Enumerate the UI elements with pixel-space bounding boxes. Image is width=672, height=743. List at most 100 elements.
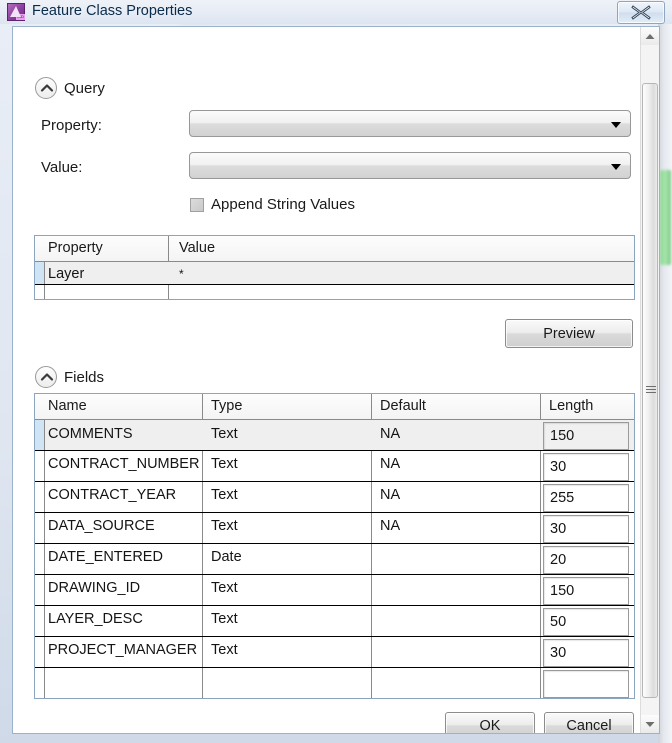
grip-lines-icon	[646, 386, 656, 395]
property-combobox[interactable]	[189, 110, 631, 137]
fields-grid-cell-length[interactable]: 150	[543, 577, 629, 605]
fields-grid-row-selector[interactable]	[35, 544, 45, 574]
fields-grid-cell-default[interactable]: NA	[380, 518, 400, 534]
fields-grid-cell-name[interactable]: DATE_ENTERED	[48, 549, 163, 565]
fields-grid-cell-default[interactable]: NA	[380, 487, 400, 503]
fields-grid-cell-type[interactable]: Text	[211, 642, 238, 658]
query-grid[interactable]: Property Value Layer *	[34, 235, 635, 300]
query-grid-header: Property Value	[35, 236, 634, 262]
close-button[interactable]	[617, 1, 665, 24]
query-grid-col-value: Value	[179, 240, 216, 256]
fields-grid-length-value: 50	[550, 614, 567, 630]
dialog-titlebar[interactable]: CID Feature Class Properties	[0, 0, 672, 24]
feature-class-icon: CID	[7, 3, 25, 21]
fields-grid-length-value: 255	[550, 490, 575, 506]
fields-grid-cell-name[interactable]: CONTRACT_YEAR	[48, 487, 176, 503]
fields-grid-length-value: 30	[550, 459, 567, 475]
append-string-values-checkbox[interactable]	[190, 198, 204, 212]
fields-grid-cell-name[interactable]: PROJECT_MANAGER	[48, 642, 197, 658]
triangle-down-icon	[645, 722, 655, 727]
fields-grid-row-selector[interactable]	[35, 420, 45, 450]
value-combobox[interactable]	[189, 152, 631, 179]
fields-grid-length-value: 30	[550, 645, 567, 661]
scrollbar-down-button[interactable]	[641, 715, 659, 733]
scrollbar-thumb[interactable]	[642, 83, 658, 698]
fields-grid-newrow-cell-length[interactable]	[543, 670, 629, 698]
fields-grid-cell-default[interactable]: NA	[380, 456, 400, 472]
query-grid-cell-property[interactable]: Layer	[48, 266, 84, 282]
fields-grid-cell-name[interactable]: DATA_SOURCE	[48, 518, 155, 534]
fields-grid-cell-type[interactable]: Text	[211, 487, 238, 503]
fields-grid-cell-length[interactable]: 255	[543, 484, 629, 512]
fields-grid-rowline	[35, 512, 634, 513]
fields-grid-cell-name[interactable]: CONTRACT_NUMBER	[48, 456, 199, 472]
fields-grid-col-length: Length	[549, 398, 594, 414]
feature-class-properties-dialog: CID Feature Class Properties Query Prope…	[0, 0, 672, 743]
fields-grid-row-selector[interactable]	[35, 637, 45, 667]
fields-grid-row-selector[interactable]	[35, 575, 45, 605]
dialog-scrollbar[interactable]	[640, 27, 659, 733]
query-section-toggle[interactable]	[35, 77, 57, 99]
fields-grid[interactable]: Name Type Default Length COMMENTS Text N…	[34, 393, 635, 699]
fields-grid-cell-length[interactable]: 30	[543, 515, 629, 543]
chevron-up-icon	[40, 84, 54, 92]
chevron-up-icon	[40, 373, 54, 381]
fields-grid-rowline	[35, 667, 634, 668]
fields-grid-cell-default[interactable]: NA	[380, 426, 400, 442]
query-grid-col-property: Property	[48, 240, 103, 256]
append-string-values-label: Append String Values	[211, 196, 355, 213]
property-label: Property:	[41, 117, 102, 134]
dialog-client-area: Query Property: Value: Append String Val…	[12, 26, 660, 734]
query-grid-row-selector[interactable]	[35, 262, 45, 284]
fields-grid-cell-length[interactable]: 30	[543, 453, 629, 481]
fields-grid-rowline	[35, 636, 634, 637]
preview-button[interactable]: Preview	[505, 319, 633, 348]
fields-grid-length-value: 20	[550, 552, 567, 568]
fields-grid-cell-length[interactable]: 30	[543, 639, 629, 667]
dialog-title: Feature Class Properties	[32, 3, 193, 19]
scrollbar-up-button[interactable]	[641, 27, 659, 45]
feature-class-icon-tag: CID	[16, 14, 25, 20]
fields-grid-cell-type[interactable]: Text	[211, 518, 238, 534]
query-section-title: Query	[64, 80, 105, 97]
fields-grid-length-value: 150	[550, 583, 575, 599]
fields-grid-rowline	[35, 450, 634, 451]
close-icon	[631, 5, 651, 20]
fields-grid-cell-length[interactable]: 20	[543, 546, 629, 574]
fields-section-title: Fields	[64, 369, 105, 386]
query-grid-cell-value[interactable]: *	[179, 267, 184, 281]
query-grid-rowline	[35, 284, 634, 285]
query-grid-row-highlight	[44, 262, 634, 284]
query-grid-newrow-selector[interactable]	[35, 285, 45, 299]
fields-grid-rowline	[35, 605, 634, 606]
fields-grid-col-default: Default	[380, 398, 426, 414]
fields-grid-row-selector[interactable]	[35, 513, 45, 543]
fields-grid-cell-type[interactable]: Text	[211, 580, 238, 596]
fields-grid-row-selector[interactable]	[35, 451, 45, 481]
fields-grid-cell-type[interactable]: Text	[211, 426, 238, 442]
fields-grid-header: Name Type Default Length	[35, 394, 634, 420]
chevron-down-icon	[611, 122, 621, 128]
fields-grid-cell-type[interactable]: Date	[211, 549, 242, 565]
fields-grid-rowline	[35, 543, 634, 544]
fields-section-toggle[interactable]	[35, 366, 57, 388]
fields-grid-row-selector[interactable]	[35, 606, 45, 636]
fields-grid-cell-type[interactable]: Text	[211, 611, 238, 627]
fields-grid-newrow-selector[interactable]	[35, 668, 45, 698]
fields-grid-cell-name[interactable]: DRAWING_ID	[48, 580, 140, 596]
fields-grid-cell-length[interactable]: 150	[543, 422, 629, 450]
fields-grid-col-name: Name	[48, 398, 87, 414]
fields-grid-cell-name[interactable]: COMMENTS	[48, 426, 133, 442]
value-label: Value:	[41, 159, 83, 176]
fields-grid-cell-type[interactable]: Text	[211, 456, 238, 472]
cancel-button[interactable]: Cancel	[544, 712, 634, 733]
fields-grid-row-selector[interactable]	[35, 482, 45, 512]
fields-grid-col-type: Type	[211, 398, 243, 414]
fields-grid-length-value: 150	[550, 428, 575, 444]
fields-grid-length-value: 30	[550, 521, 567, 537]
ok-button[interactable]: OK	[445, 712, 535, 733]
triangle-up-icon	[645, 34, 655, 39]
fields-grid-cell-name[interactable]: LAYER_DESC	[48, 611, 143, 627]
dialog-scroll-viewport: Query Property: Value: Append String Val…	[13, 27, 640, 733]
fields-grid-cell-length[interactable]: 50	[543, 608, 629, 636]
